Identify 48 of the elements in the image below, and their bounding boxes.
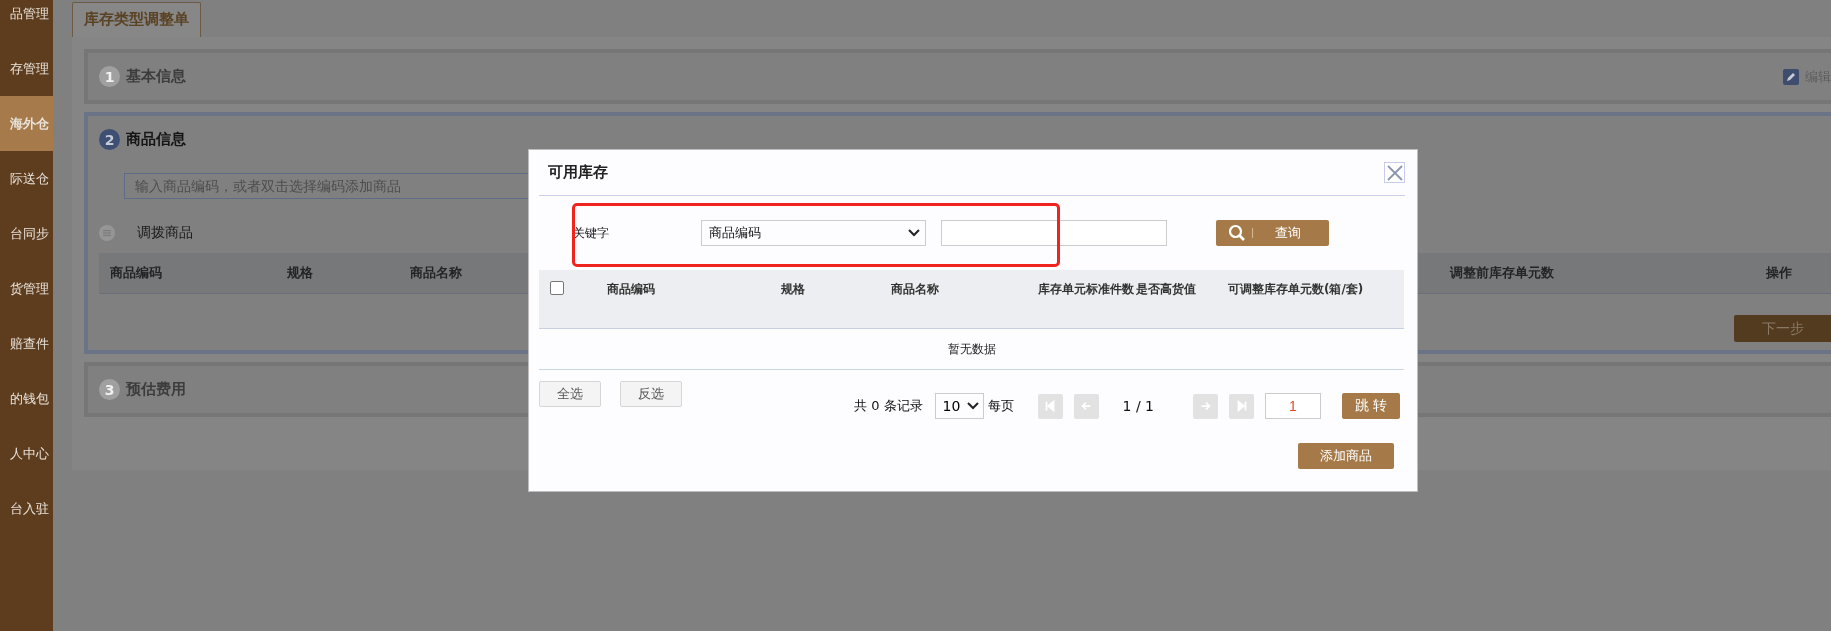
select-all-checkbox[interactable]	[550, 281, 564, 295]
invert-selection-button[interactable]: 反选	[620, 381, 682, 407]
jump-button[interactable]: 跳 转	[1342, 393, 1400, 419]
column-header: 商品编码	[110, 264, 163, 282]
sidebar-item[interactable]: 品管理	[0, 0, 53, 41]
sidebar-item[interactable]: 际送仓	[0, 151, 53, 206]
section-title: 预估费用	[126, 380, 186, 399]
keyword-label: 关键字	[573, 224, 610, 242]
select-all-button[interactable]: 全选	[539, 381, 601, 407]
keyword-field[interactable]	[941, 220, 1167, 246]
page-size-select[interactable]: 10	[934, 393, 984, 419]
sidebar-item[interactable]: 台同步	[0, 206, 53, 261]
empty-message: 暂无数据	[947, 340, 996, 358]
section-title: 商品信息	[126, 130, 186, 149]
field-select[interactable]: 商品编码	[701, 220, 926, 246]
sidebar-item[interactable]: 赔查件	[0, 316, 53, 371]
step-number: 3	[99, 379, 120, 400]
column-header: 是否高货值	[1136, 281, 1197, 298]
column-header: 规格	[781, 281, 806, 298]
list-icon	[99, 225, 115, 241]
section-title: 基本信息	[126, 67, 186, 86]
close-icon[interactable]	[1384, 162, 1405, 183]
chevron-icon	[966, 402, 979, 410]
record-count: 共 0 条记录	[854, 397, 923, 415]
page-number-field[interactable]: 1	[1265, 393, 1321, 419]
query-button[interactable]: 查询	[1216, 220, 1329, 246]
step-number: 2	[99, 129, 120, 150]
sidebar-item[interactable]: 货管理	[0, 261, 53, 316]
search-icon	[1228, 224, 1246, 242]
column-header: 库存单元标准件数	[1038, 281, 1135, 298]
add-product-button[interactable]: 添加商品	[1298, 443, 1394, 469]
edit-icon	[1783, 68, 1799, 85]
sidebar-item[interactable]: 存管理	[0, 41, 53, 96]
column-header: 调整前库存单元数	[1450, 264, 1555, 282]
sidebar-item[interactable]: 人中心	[0, 426, 53, 481]
sidebar-item[interactable]: 的钱包	[0, 371, 53, 426]
column-header: 可调整库存单元数(箱/套)	[1228, 281, 1365, 298]
per-page-label: 每页	[987, 397, 1014, 415]
column-header: 规格	[287, 264, 314, 282]
sidebar-item[interactable]: 台入驻	[0, 481, 53, 536]
step-number: 1	[99, 66, 120, 87]
subheading: 调拨商品	[137, 224, 193, 242]
page-indicator: 1 / 1	[1122, 398, 1154, 414]
chevron-icon	[908, 229, 920, 237]
column-header: 商品编码	[607, 281, 656, 298]
column-header: 商品名称	[410, 264, 463, 282]
column-header: 操作	[1766, 264, 1793, 282]
column-header: 商品名称	[891, 281, 940, 298]
